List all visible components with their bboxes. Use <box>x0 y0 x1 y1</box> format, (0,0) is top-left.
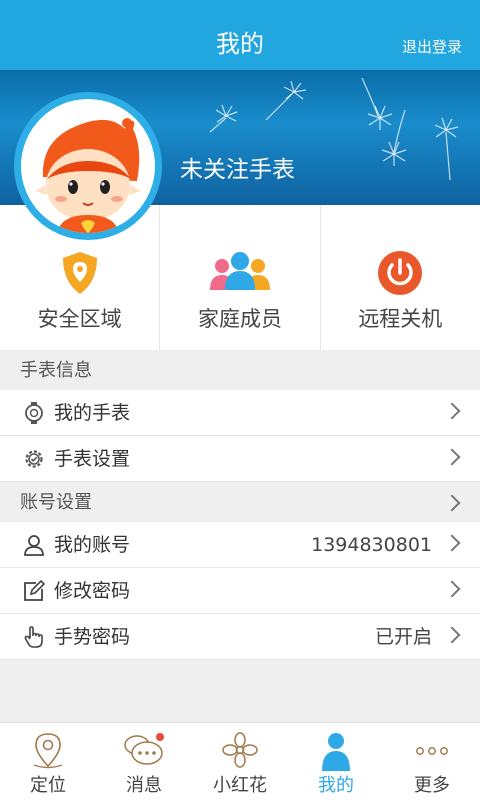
family-members-button[interactable]: 家庭成员 <box>160 205 321 350</box>
tab-location-label: 定位 <box>30 775 66 796</box>
more-icon <box>416 747 448 755</box>
safe-zone-label: 安全区域 <box>37 307 122 331</box>
chevron-right-icon <box>443 402 461 420</box>
bottom-tab-bar: 定位 消息 小红花 我的 更多 <box>0 722 480 800</box>
tab-location[interactable]: 定位 <box>0 723 96 800</box>
my-account-row[interactable]: 我的账号 1394830801 <box>0 522 480 568</box>
flower-icon <box>222 732 258 768</box>
change-password-row[interactable]: 修改密码 <box>0 568 480 614</box>
watch-info-header: 手表信息 <box>0 352 480 390</box>
gesture-password-status: 已开启 <box>374 626 432 648</box>
chevron-right-icon <box>443 534 461 552</box>
tab-little-red-flower-label: 小红花 <box>213 775 267 796</box>
tab-little-red-flower[interactable]: 小红花 <box>192 723 288 800</box>
account-settings-title: 账号设置 <box>20 492 92 513</box>
family-icon <box>209 252 270 290</box>
my-account-label: 我的账号 <box>54 534 131 556</box>
account-settings-header[interactable]: 账号设置 <box>0 484 480 522</box>
watch-status-text: 未关注手表 <box>180 157 295 183</box>
chevron-right-icon <box>443 626 461 644</box>
gear-icon <box>25 450 43 468</box>
tab-mine[interactable]: 我的 <box>288 723 384 800</box>
tab-mine-label: 我的 <box>318 775 354 796</box>
remote-shutdown-button[interactable]: 远程关机 <box>321 205 480 350</box>
shield-icon <box>62 252 97 294</box>
account-number: 1394830801 <box>311 534 432 556</box>
power-icon <box>378 251 423 295</box>
user-icon <box>24 535 44 556</box>
gesture-password-label: 手势密码 <box>54 626 131 648</box>
avatar-image <box>21 99 155 233</box>
watch-icon <box>25 402 43 424</box>
edit-icon <box>24 579 46 601</box>
remote-shutdown-label: 远程关机 <box>358 307 443 331</box>
tab-more[interactable]: 更多 <box>384 723 480 800</box>
notification-dot <box>156 733 164 741</box>
avatar[interactable] <box>14 92 162 240</box>
watch-settings-row[interactable]: 手表设置 <box>0 436 480 482</box>
watch-settings-label: 手表设置 <box>54 448 131 470</box>
message-icon <box>124 733 164 765</box>
chevron-right-icon <box>443 580 461 598</box>
family-members-label: 家庭成员 <box>197 307 282 331</box>
location-icon <box>33 733 63 769</box>
chevron-right-icon <box>443 448 461 466</box>
logout-button[interactable]: 退出登录 <box>402 0 462 70</box>
cartoon-avatar-icon <box>35 118 141 233</box>
gesture-password-row[interactable]: 手势密码 已开启 <box>0 614 480 660</box>
person-icon <box>322 733 350 771</box>
top-bar: 我的 退出登录 <box>0 0 480 70</box>
my-watch-label: 我的手表 <box>54 402 131 424</box>
tab-more-label: 更多 <box>414 775 450 796</box>
hand-pointer-icon <box>24 626 43 648</box>
my-watch-row[interactable]: 我的手表 <box>0 390 480 436</box>
tab-messages-label: 消息 <box>126 775 162 796</box>
chevron-right-icon <box>443 494 461 512</box>
change-password-label: 修改密码 <box>54 580 131 602</box>
tab-messages[interactable]: 消息 <box>96 723 192 800</box>
